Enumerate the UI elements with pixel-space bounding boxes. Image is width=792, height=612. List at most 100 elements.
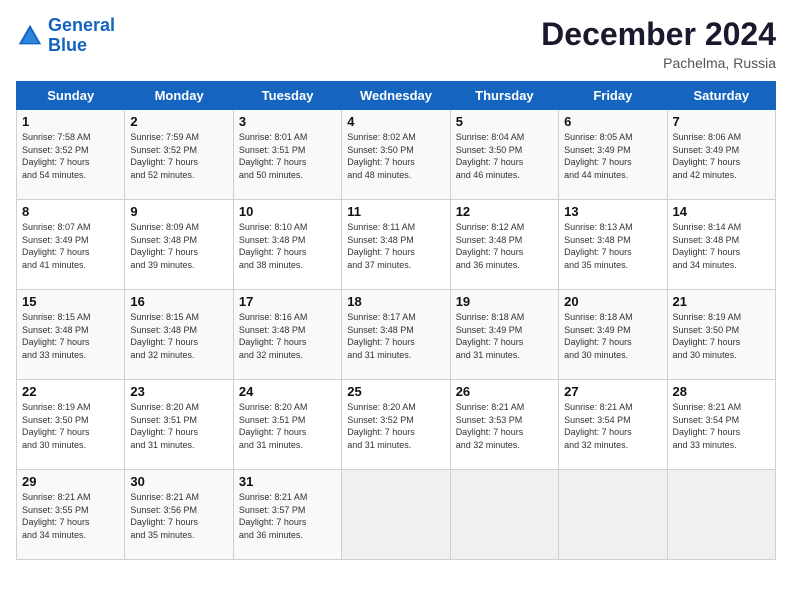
- day-info: Sunrise: 8:21 AM Sunset: 3:56 PM Dayligh…: [130, 491, 227, 541]
- day-number: 10: [239, 204, 336, 219]
- day-info: Sunrise: 8:20 AM Sunset: 3:51 PM Dayligh…: [239, 401, 336, 451]
- day-number: 9: [130, 204, 227, 219]
- day-cell: 22Sunrise: 8:19 AM Sunset: 3:50 PM Dayli…: [17, 380, 125, 470]
- day-cell: 4 Sunrise: 8:02 AM Sunset: 3:50 PM Daylig…: [342, 110, 450, 200]
- header-cell-thursday: Thursday: [450, 82, 558, 110]
- page-header: General Blue December 2024 Pachelma, Rus…: [16, 16, 776, 71]
- day-cell: [559, 470, 667, 560]
- day-number: 24: [239, 384, 336, 399]
- day-cell: 15 Sunrise: 8:15 AM Sunset: 3:48 PM Dayli…: [17, 290, 125, 380]
- day-cell: 31 Sunrise: 8:21 AM Sunset: 3:57 PM Dayli…: [233, 470, 341, 560]
- day-cell: 10 Sunrise: 8:10 AM Sunset: 3:48 PM Dayli…: [233, 200, 341, 290]
- day-cell: 3 Sunrise: 8:01 AM Sunset: 3:51 PM Daylig…: [233, 110, 341, 200]
- day-number: 25: [347, 384, 444, 399]
- day-cell: 6 Sunrise: 8:05 AM Sunset: 3:49 PM Daylig…: [559, 110, 667, 200]
- day-number: 1: [22, 114, 119, 129]
- day-info: Sunrise: 8:04 AM Sunset: 3:50 PM Dayligh…: [456, 131, 553, 181]
- day-info: Sunrise: 8:19 AM Sunset: 3:50 PM Dayligh…: [22, 401, 119, 451]
- header-cell-sunday: Sunday: [17, 82, 125, 110]
- day-number: 5: [456, 114, 553, 129]
- day-number: 17: [239, 294, 336, 309]
- logo-line1: General: [48, 15, 115, 35]
- day-number: 13: [564, 204, 661, 219]
- day-cell: 19 Sunrise: 8:18 AM Sunset: 3:49 PM Dayli…: [450, 290, 558, 380]
- calendar-header: SundayMondayTuesdayWednesdayThursdayFrid…: [17, 82, 776, 110]
- day-number: 31: [239, 474, 336, 489]
- day-info: Sunrise: 8:01 AM Sunset: 3:51 PM Dayligh…: [239, 131, 336, 181]
- header-cell-wednesday: Wednesday: [342, 82, 450, 110]
- logo-icon: [16, 22, 44, 50]
- month-title: December 2024: [541, 16, 776, 53]
- day-cell: 16Sunrise: 8:15 AM Sunset: 3:48 PM Dayli…: [125, 290, 233, 380]
- location: Pachelma, Russia: [541, 55, 776, 71]
- week-row-3: 15 Sunrise: 8:15 AM Sunset: 3:48 PM Dayli…: [17, 290, 776, 380]
- day-number: 19: [456, 294, 553, 309]
- week-row-5: 29 Sunrise: 8:21 AM Sunset: 3:55 PM Dayli…: [17, 470, 776, 560]
- day-cell: 26Sunrise: 8:21 AM Sunset: 3:53 PM Dayli…: [450, 380, 558, 470]
- day-info: Sunrise: 8:06 AM Sunset: 3:49 PM Dayligh…: [673, 131, 770, 181]
- day-number: 28: [673, 384, 770, 399]
- day-info: Sunrise: 8:21 AM Sunset: 3:53 PM Dayligh…: [456, 401, 553, 451]
- day-info: Sunrise: 8:20 AM Sunset: 3:51 PM Dayligh…: [130, 401, 227, 451]
- day-info: Sunrise: 8:17 AM Sunset: 3:48 PM Dayligh…: [347, 311, 444, 361]
- day-cell: 1 Sunrise: 7:58 AM Sunset: 3:52 PM Daylig…: [17, 110, 125, 200]
- day-cell: 17Sunrise: 8:16 AM Sunset: 3:48 PM Dayli…: [233, 290, 341, 380]
- day-number: 3: [239, 114, 336, 129]
- day-cell: 7 Sunrise: 8:06 AM Sunset: 3:49 PM Daylig…: [667, 110, 775, 200]
- day-info: Sunrise: 8:13 AM Sunset: 3:48 PM Dayligh…: [564, 221, 661, 271]
- day-cell: 9Sunrise: 8:09 AM Sunset: 3:48 PM Daylig…: [125, 200, 233, 290]
- day-number: 14: [673, 204, 770, 219]
- title-block: December 2024 Pachelma, Russia: [541, 16, 776, 71]
- day-cell: [342, 470, 450, 560]
- week-row-4: 22Sunrise: 8:19 AM Sunset: 3:50 PM Dayli…: [17, 380, 776, 470]
- day-number: 16: [130, 294, 227, 309]
- day-info: Sunrise: 7:58 AM Sunset: 3:52 PM Dayligh…: [22, 131, 119, 181]
- day-number: 7: [673, 114, 770, 129]
- day-info: Sunrise: 8:11 AM Sunset: 3:48 PM Dayligh…: [347, 221, 444, 271]
- day-cell: [667, 470, 775, 560]
- day-cell: 27Sunrise: 8:21 AM Sunset: 3:54 PM Dayli…: [559, 380, 667, 470]
- day-info: Sunrise: 8:21 AM Sunset: 3:55 PM Dayligh…: [22, 491, 119, 541]
- day-cell: 24 Sunrise: 8:20 AM Sunset: 3:51 PM Dayli…: [233, 380, 341, 470]
- header-cell-saturday: Saturday: [667, 82, 775, 110]
- day-cell: [450, 470, 558, 560]
- day-cell: 11 Sunrise: 8:11 AM Sunset: 3:48 PM Dayli…: [342, 200, 450, 290]
- header-cell-tuesday: Tuesday: [233, 82, 341, 110]
- day-cell: 12 Sunrise: 8:12 AM Sunset: 3:48 PM Dayli…: [450, 200, 558, 290]
- day-info: Sunrise: 8:10 AM Sunset: 3:48 PM Dayligh…: [239, 221, 336, 271]
- week-row-1: 1 Sunrise: 7:58 AM Sunset: 3:52 PM Daylig…: [17, 110, 776, 200]
- day-cell: 20Sunrise: 8:18 AM Sunset: 3:49 PM Dayli…: [559, 290, 667, 380]
- logo-line2: Blue: [48, 35, 87, 55]
- day-cell: 21Sunrise: 8:19 AM Sunset: 3:50 PM Dayli…: [667, 290, 775, 380]
- day-info: Sunrise: 8:19 AM Sunset: 3:50 PM Dayligh…: [673, 311, 770, 361]
- day-cell: 8Sunrise: 8:07 AM Sunset: 3:49 PM Daylig…: [17, 200, 125, 290]
- day-info: Sunrise: 8:12 AM Sunset: 3:48 PM Dayligh…: [456, 221, 553, 271]
- day-number: 18: [347, 294, 444, 309]
- day-info: Sunrise: 8:18 AM Sunset: 3:49 PM Dayligh…: [456, 311, 553, 361]
- day-number: 6: [564, 114, 661, 129]
- logo-text: General Blue: [48, 16, 115, 56]
- week-row-2: 8Sunrise: 8:07 AM Sunset: 3:49 PM Daylig…: [17, 200, 776, 290]
- day-cell: 25Sunrise: 8:20 AM Sunset: 3:52 PM Dayli…: [342, 380, 450, 470]
- day-cell: 5 Sunrise: 8:04 AM Sunset: 3:50 PM Daylig…: [450, 110, 558, 200]
- day-cell: 2Sunrise: 7:59 AM Sunset: 3:52 PM Daylig…: [125, 110, 233, 200]
- day-cell: 14Sunrise: 8:14 AM Sunset: 3:48 PM Dayli…: [667, 200, 775, 290]
- calendar-body: 1 Sunrise: 7:58 AM Sunset: 3:52 PM Daylig…: [17, 110, 776, 560]
- day-info: Sunrise: 8:15 AM Sunset: 3:48 PM Dayligh…: [22, 311, 119, 361]
- header-cell-friday: Friday: [559, 82, 667, 110]
- day-info: Sunrise: 8:21 AM Sunset: 3:57 PM Dayligh…: [239, 491, 336, 541]
- day-number: 11: [347, 204, 444, 219]
- day-number: 12: [456, 204, 553, 219]
- day-cell: 18 Sunrise: 8:17 AM Sunset: 3:48 PM Dayli…: [342, 290, 450, 380]
- calendar-table: SundayMondayTuesdayWednesdayThursdayFrid…: [16, 81, 776, 560]
- day-cell: 29 Sunrise: 8:21 AM Sunset: 3:55 PM Dayli…: [17, 470, 125, 560]
- day-info: Sunrise: 8:21 AM Sunset: 3:54 PM Dayligh…: [564, 401, 661, 451]
- day-info: Sunrise: 8:05 AM Sunset: 3:49 PM Dayligh…: [564, 131, 661, 181]
- day-info: Sunrise: 8:02 AM Sunset: 3:50 PM Dayligh…: [347, 131, 444, 181]
- day-cell: 23Sunrise: 8:20 AM Sunset: 3:51 PM Dayli…: [125, 380, 233, 470]
- day-number: 29: [22, 474, 119, 489]
- day-number: 15: [22, 294, 119, 309]
- day-number: 4: [347, 114, 444, 129]
- day-cell: 30Sunrise: 8:21 AM Sunset: 3:56 PM Dayli…: [125, 470, 233, 560]
- day-number: 20: [564, 294, 661, 309]
